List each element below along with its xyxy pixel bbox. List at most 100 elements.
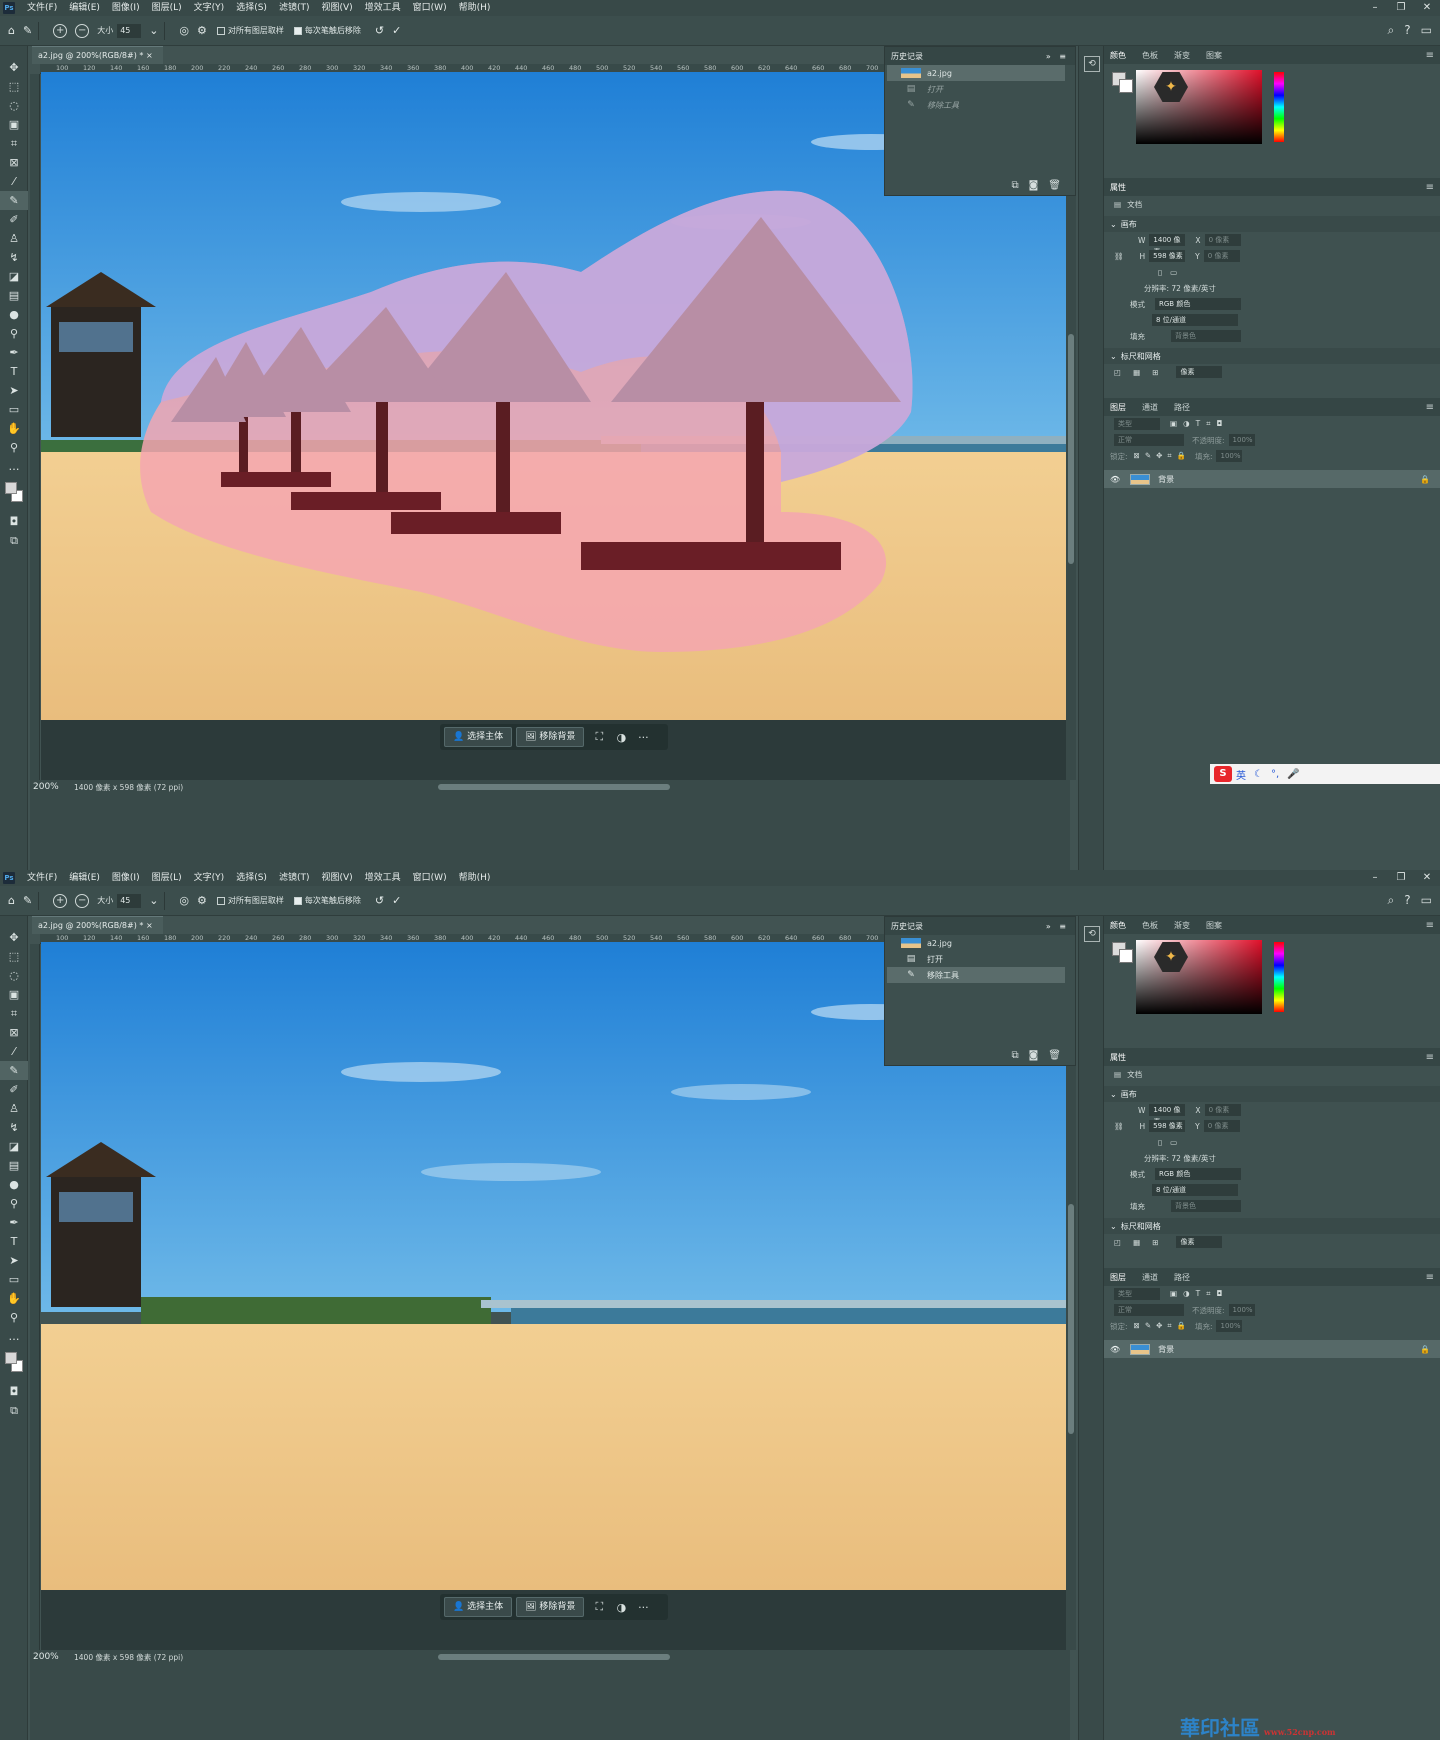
background-color-swatch[interactable] <box>1119 949 1133 963</box>
document-tab[interactable]: a2.jpg @ 200%(RGB/8#) * × <box>32 46 163 64</box>
landscape-icon[interactable]: ▭ <box>1170 1138 1177 1147</box>
close-tab-icon[interactable]: × <box>146 921 153 930</box>
trash-icon[interactable]: 🗑 <box>1048 180 1061 191</box>
menu-image[interactable]: 图像(I) <box>106 0 146 16</box>
remove-tool-icon[interactable]: ✎ <box>0 191 28 210</box>
gradient-tool-icon[interactable]: ▤ <box>0 286 28 305</box>
panel-menu-icon[interactable]: ≡ <box>1426 1272 1434 1283</box>
workspace-icon[interactable]: ▭ <box>1421 893 1432 908</box>
size-input[interactable]: 45 <box>117 893 142 908</box>
crop-tool-icon[interactable]: ⌗ <box>0 1004 28 1023</box>
guides-icon[interactable]: ⊞ <box>1152 368 1158 377</box>
document-info[interactable]: 1400 像素 x 598 像素 (72 ppi) <box>74 1652 183 1663</box>
menu-layer[interactable]: 图层(L) <box>146 870 188 886</box>
scroll-thumb[interactable] <box>1068 334 1074 564</box>
lasso-tool-icon[interactable]: ◌ <box>0 966 28 985</box>
link-icon[interactable]: ⛓ <box>1114 1122 1124 1131</box>
history-item[interactable]: ✎ 移除工具 <box>887 97 1065 113</box>
frame-tool-icon[interactable]: ⊠ <box>0 153 28 172</box>
horizontal-scrollbar[interactable] <box>438 784 670 790</box>
menu-help[interactable]: 帮助(H) <box>453 870 497 886</box>
y-field[interactable]: 0 像素 <box>1203 1120 1240 1132</box>
eyedropper-tool-icon[interactable]: ⁄ <box>0 1042 28 1061</box>
search-icon[interactable]: ⌕ <box>1388 893 1395 908</box>
more-tools-icon[interactable]: … <box>0 1327 28 1346</box>
canvas-section[interactable]: ⌄ 画布 <box>1104 216 1440 232</box>
remove-tool-icon[interactable]: ✎ <box>23 894 32 907</box>
canvas-section[interactable]: ⌄ 画布 <box>1104 1086 1440 1102</box>
layer-row-background[interactable]: 👁 背景 🔒 <box>1104 470 1440 488</box>
layer-fill-field[interactable]: 100% <box>1216 1320 1243 1332</box>
select-subject-button[interactable]: 👤 选择主体 <box>444 1597 513 1617</box>
fill-select[interactable]: 背景色 <box>1171 330 1241 342</box>
moon-icon[interactable]: ☾ <box>1254 769 1263 780</box>
shape-tool-icon[interactable]: ▭ <box>0 400 28 419</box>
color-field[interactable] <box>1136 70 1262 144</box>
grid-icon[interactable]: ▦ <box>1133 1238 1140 1247</box>
horizontal-scrollbar[interactable] <box>438 1654 670 1660</box>
chevron-down-icon[interactable]: ⌄ <box>149 894 158 907</box>
hue-slider[interactable] <box>1274 72 1284 142</box>
tab-layers[interactable]: 图层 <box>1110 402 1126 413</box>
ime-toolbar[interactable]: S 英 ☾ °, 🎤 <box>1210 764 1440 784</box>
brush-subtract-icon[interactable]: − <box>75 23 90 38</box>
x-field[interactable]: 0 像素 <box>1204 234 1241 246</box>
tab-color[interactable]: 颜色 <box>1110 920 1126 931</box>
marquee-tool-icon[interactable]: ⬚ <box>0 77 28 96</box>
blur-tool-icon[interactable]: ● <box>0 305 28 324</box>
zoom-tool-icon[interactable]: ⚲ <box>0 1308 28 1327</box>
brush-add-icon[interactable]: + <box>53 23 68 38</box>
mode-select[interactable]: RGB 颜色 <box>1155 298 1241 310</box>
eyedropper-tool-icon[interactable]: ⁄ <box>0 172 28 191</box>
color-field[interactable] <box>1136 940 1262 1014</box>
stamp-tool-icon[interactable]: ♙ <box>0 229 28 248</box>
filter-icons[interactable]: ▣◑T⌗◘ <box>1170 1289 1228 1299</box>
tab-channels[interactable]: 通道 <box>1142 1272 1158 1283</box>
height-field[interactable]: 598 像素 <box>1149 250 1186 262</box>
gradient-tool-icon[interactable]: ▤ <box>0 1156 28 1175</box>
history-snapshot[interactable]: a2.jpg <box>887 65 1065 81</box>
adjust-icon[interactable]: ◑ <box>610 731 632 744</box>
menu-window[interactable]: 窗口(W) <box>407 0 453 16</box>
eraser-tool-icon[interactable]: ◪ <box>0 1137 28 1156</box>
foreground-color-swatch[interactable] <box>5 482 17 494</box>
type-tool-icon[interactable]: T <box>0 362 28 381</box>
menu-edit[interactable]: 编辑(E) <box>63 0 106 16</box>
mode-select[interactable]: RGB 颜色 <box>1155 1168 1241 1180</box>
panel-menu-icon[interactable]: » ≡ <box>1046 52 1069 61</box>
document-tab[interactable]: a2.jpg @ 200%(RGB/8#) * × <box>32 916 163 934</box>
new-document-icon[interactable]: ⧉ <box>1011 180 1018 191</box>
frame-tool-icon[interactable]: ⊠ <box>0 1023 28 1042</box>
tab-patterns[interactable]: 图案 <box>1206 50 1222 61</box>
screen-mode-icon[interactable]: ⧉ <box>0 531 28 550</box>
foreground-color-swatch[interactable] <box>5 1352 17 1364</box>
ime-lang[interactable]: 英 <box>1236 767 1246 782</box>
dodge-tool-icon[interactable]: ⚲ <box>0 324 28 343</box>
commit-check-icon[interactable]: ✓ <box>392 24 401 37</box>
chevron-down-icon[interactable]: ⌄ <box>149 24 158 37</box>
background-color-swatch[interactable] <box>1119 79 1133 93</box>
menu-plugins[interactable]: 增效工具 <box>359 0 407 16</box>
menu-select[interactable]: 选择(S) <box>230 0 273 16</box>
zoom-level[interactable]: 200% <box>33 782 59 792</box>
move-tool-icon[interactable]: ✥ <box>0 928 28 947</box>
commit-check-icon[interactable]: ✓ <box>392 894 401 907</box>
history-item[interactable]: ▤ 打开 <box>887 81 1065 97</box>
ruler-icon[interactable]: ◰ <box>1114 368 1121 377</box>
crop-tool-icon[interactable]: ⌗ <box>0 134 28 153</box>
tab-gradients[interactable]: 渐变 <box>1174 50 1190 61</box>
gear-icon[interactable]: ⚙ <box>197 894 207 907</box>
tab-paths[interactable]: 路径 <box>1174 402 1190 413</box>
panel-menu-icon[interactable]: ≡ <box>1426 182 1434 193</box>
menu-type[interactable]: 文字(Y) <box>188 870 231 886</box>
x-field[interactable]: 0 像素 <box>1204 1104 1241 1116</box>
panel-menu-icon[interactable]: ≡ <box>1426 920 1434 931</box>
tab-layers[interactable]: 图层 <box>1110 1272 1126 1283</box>
landscape-icon[interactable]: ▭ <box>1170 268 1177 277</box>
menu-file[interactable]: 文件(F) <box>21 0 63 16</box>
brush-tool-icon[interactable]: ✐ <box>0 210 28 229</box>
width-field[interactable]: 1400 像素 <box>1149 1104 1186 1126</box>
link-icon[interactable]: ⛓ <box>1114 252 1124 261</box>
blend-mode-select[interactable]: 正常 <box>1114 434 1184 446</box>
more-icon[interactable]: ··· <box>632 1601 654 1614</box>
